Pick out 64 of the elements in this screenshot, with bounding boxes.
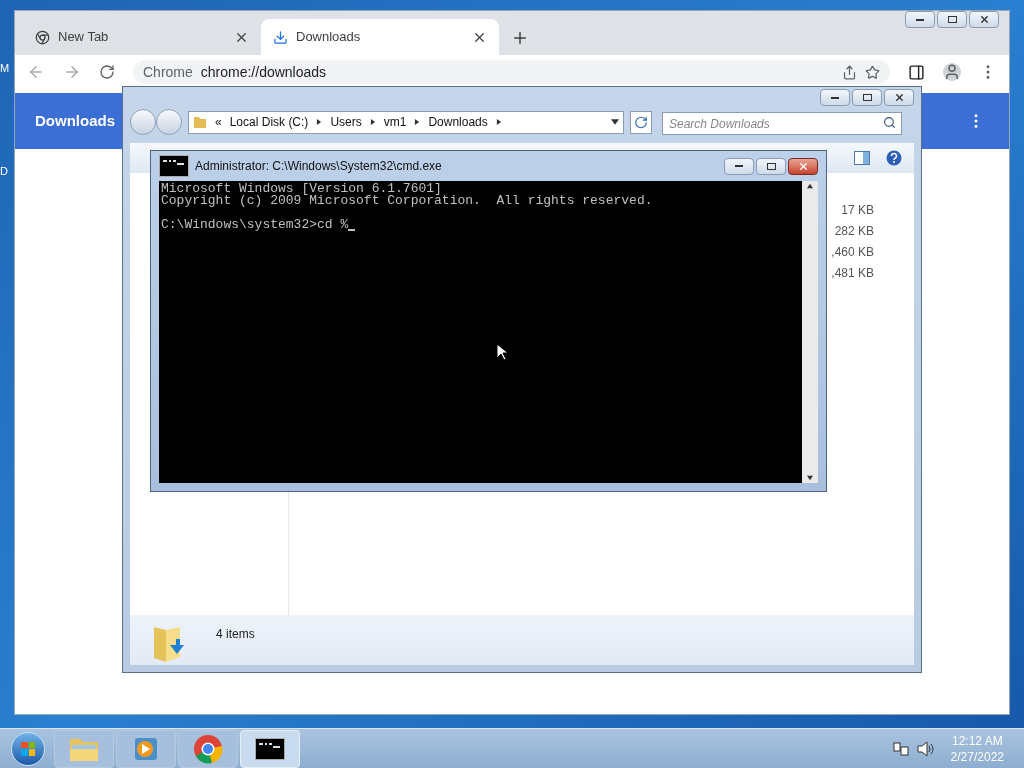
tab-title: New Tab [58, 28, 110, 47]
file-size: ,460 KB [831, 244, 874, 259]
maximize-button[interactable] [937, 11, 967, 28]
speaker-icon[interactable] [916, 740, 935, 757]
address-bar[interactable]: « Local Disk (C:) Users vm1 Downloads [188, 110, 624, 134]
file-size: ,481 KB [831, 265, 874, 280]
maximize-button[interactable] [756, 157, 786, 175]
profile-icon[interactable] [943, 63, 961, 81]
side-panel-icon[interactable] [908, 63, 925, 81]
chrome-logo-icon [193, 733, 223, 764]
folder-icon [193, 115, 207, 129]
maximize-button[interactable] [852, 89, 882, 106]
minimize-button[interactable] [905, 11, 935, 28]
file-size: 17 KB [841, 202, 874, 217]
command-prompt: C:\Windows\system32>cd % [161, 219, 349, 231]
star-icon[interactable] [865, 64, 880, 80]
tab-title: Downloads [296, 28, 362, 47]
close-icon [797, 160, 809, 172]
search-icon [883, 115, 896, 129]
scroll-down-icon [807, 475, 813, 481]
scroll-up-icon [807, 183, 813, 189]
download-icon [273, 29, 288, 45]
close-button[interactable] [969, 11, 999, 28]
text-cursor [348, 229, 356, 231]
preview-pane-icon[interactable] [854, 151, 870, 165]
url-text: chrome://downloads [200, 62, 327, 82]
dropdown-icon [611, 118, 619, 126]
breadcrumb-item[interactable]: « [215, 113, 222, 131]
console-icon [255, 737, 285, 760]
scrollbar[interactable] [802, 181, 818, 483]
close-icon [893, 92, 905, 103]
minimize-button[interactable] [724, 157, 754, 175]
chevron-icon [414, 119, 421, 125]
desktop-icon-label: M [0, 61, 10, 76]
close-icon [978, 14, 990, 25]
browser-tab[interactable]: Downloads [261, 19, 499, 55]
chevron-icon [316, 119, 323, 125]
search-field[interactable]: Search Downloads [662, 112, 902, 135]
reload-icon[interactable] [99, 64, 115, 80]
address-bar[interactable]: Chrome chrome://downloads [133, 60, 890, 84]
breadcrumb-item[interactable]: Users [330, 113, 362, 131]
file-size: 282 KB [834, 223, 874, 238]
breadcrumb-item[interactable]: vm1 [383, 113, 407, 131]
console-line: Copyright (c) 2009 Microsoft Corporation. All rights reserved. [161, 195, 653, 207]
site-label: Chrome [143, 62, 193, 82]
item-count: 4 items [216, 626, 255, 643]
close-button[interactable] [788, 157, 818, 175]
new-tab-icon[interactable] [511, 29, 529, 47]
breadcrumb-item[interactable]: Downloads [428, 113, 488, 131]
mouse-pointer-icon [496, 343, 508, 361]
breadcrumb-item[interactable]: Local Disk (C:) [229, 113, 309, 131]
chevron-icon [369, 119, 376, 125]
minimize-button[interactable] [820, 89, 850, 106]
chevron-icon [495, 119, 502, 125]
window-title: Administrator: C:\Windows\System32\cmd.exe [195, 158, 443, 175]
page-title: Downloads [35, 110, 115, 131]
console-icon [159, 155, 189, 177]
close-button[interactable] [884, 89, 914, 106]
refresh-icon[interactable] [630, 110, 652, 134]
share-icon[interactable] [842, 64, 857, 80]
console-line: Microsoft Windows [Version 6.1.7601] [161, 183, 442, 195]
help-icon[interactable] [886, 150, 902, 166]
desktop-icon-label: D [0, 164, 8, 179]
network-icon[interactable] [892, 740, 909, 757]
